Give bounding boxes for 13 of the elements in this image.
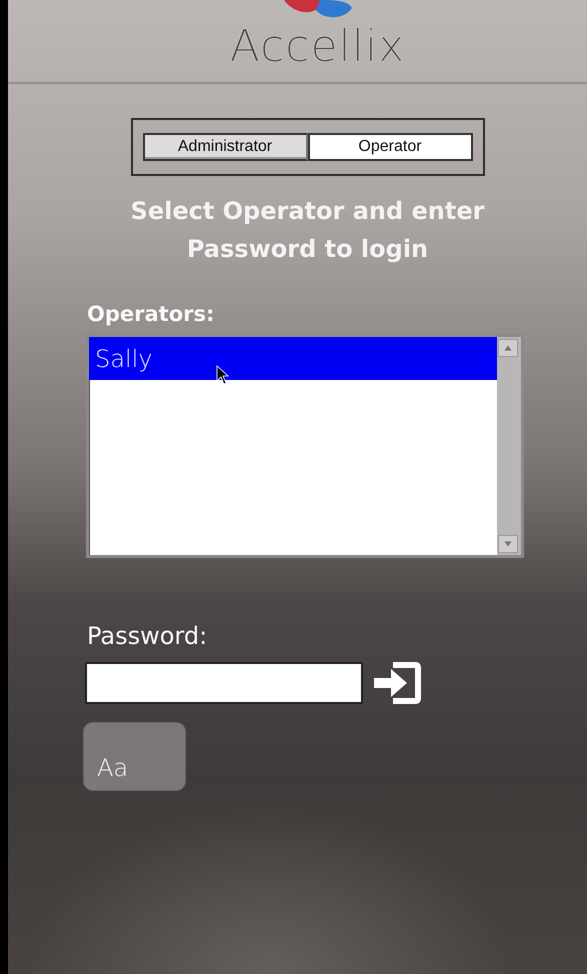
operators-list[interactable]: Sally <box>86 334 524 558</box>
logo-text: Accellix <box>230 22 406 72</box>
operators-label: Operators: <box>87 302 214 326</box>
role-tab[interactable]: Operator <box>308 133 472 161</box>
operator-item[interactable]: Sally <box>89 337 497 380</box>
keyboard-button[interactable]: Aa <box>83 722 186 791</box>
instruction-text: Select Operator and enter Password to login <box>130 196 486 265</box>
scroll-down-icon[interactable] <box>498 535 518 553</box>
cursor-icon <box>216 365 230 385</box>
scroll-up-icon[interactable] <box>498 339 518 357</box>
role-tab[interactable]: Administrator <box>142 133 308 161</box>
password-label: Password: <box>87 622 208 650</box>
password-field[interactable] <box>85 662 363 704</box>
